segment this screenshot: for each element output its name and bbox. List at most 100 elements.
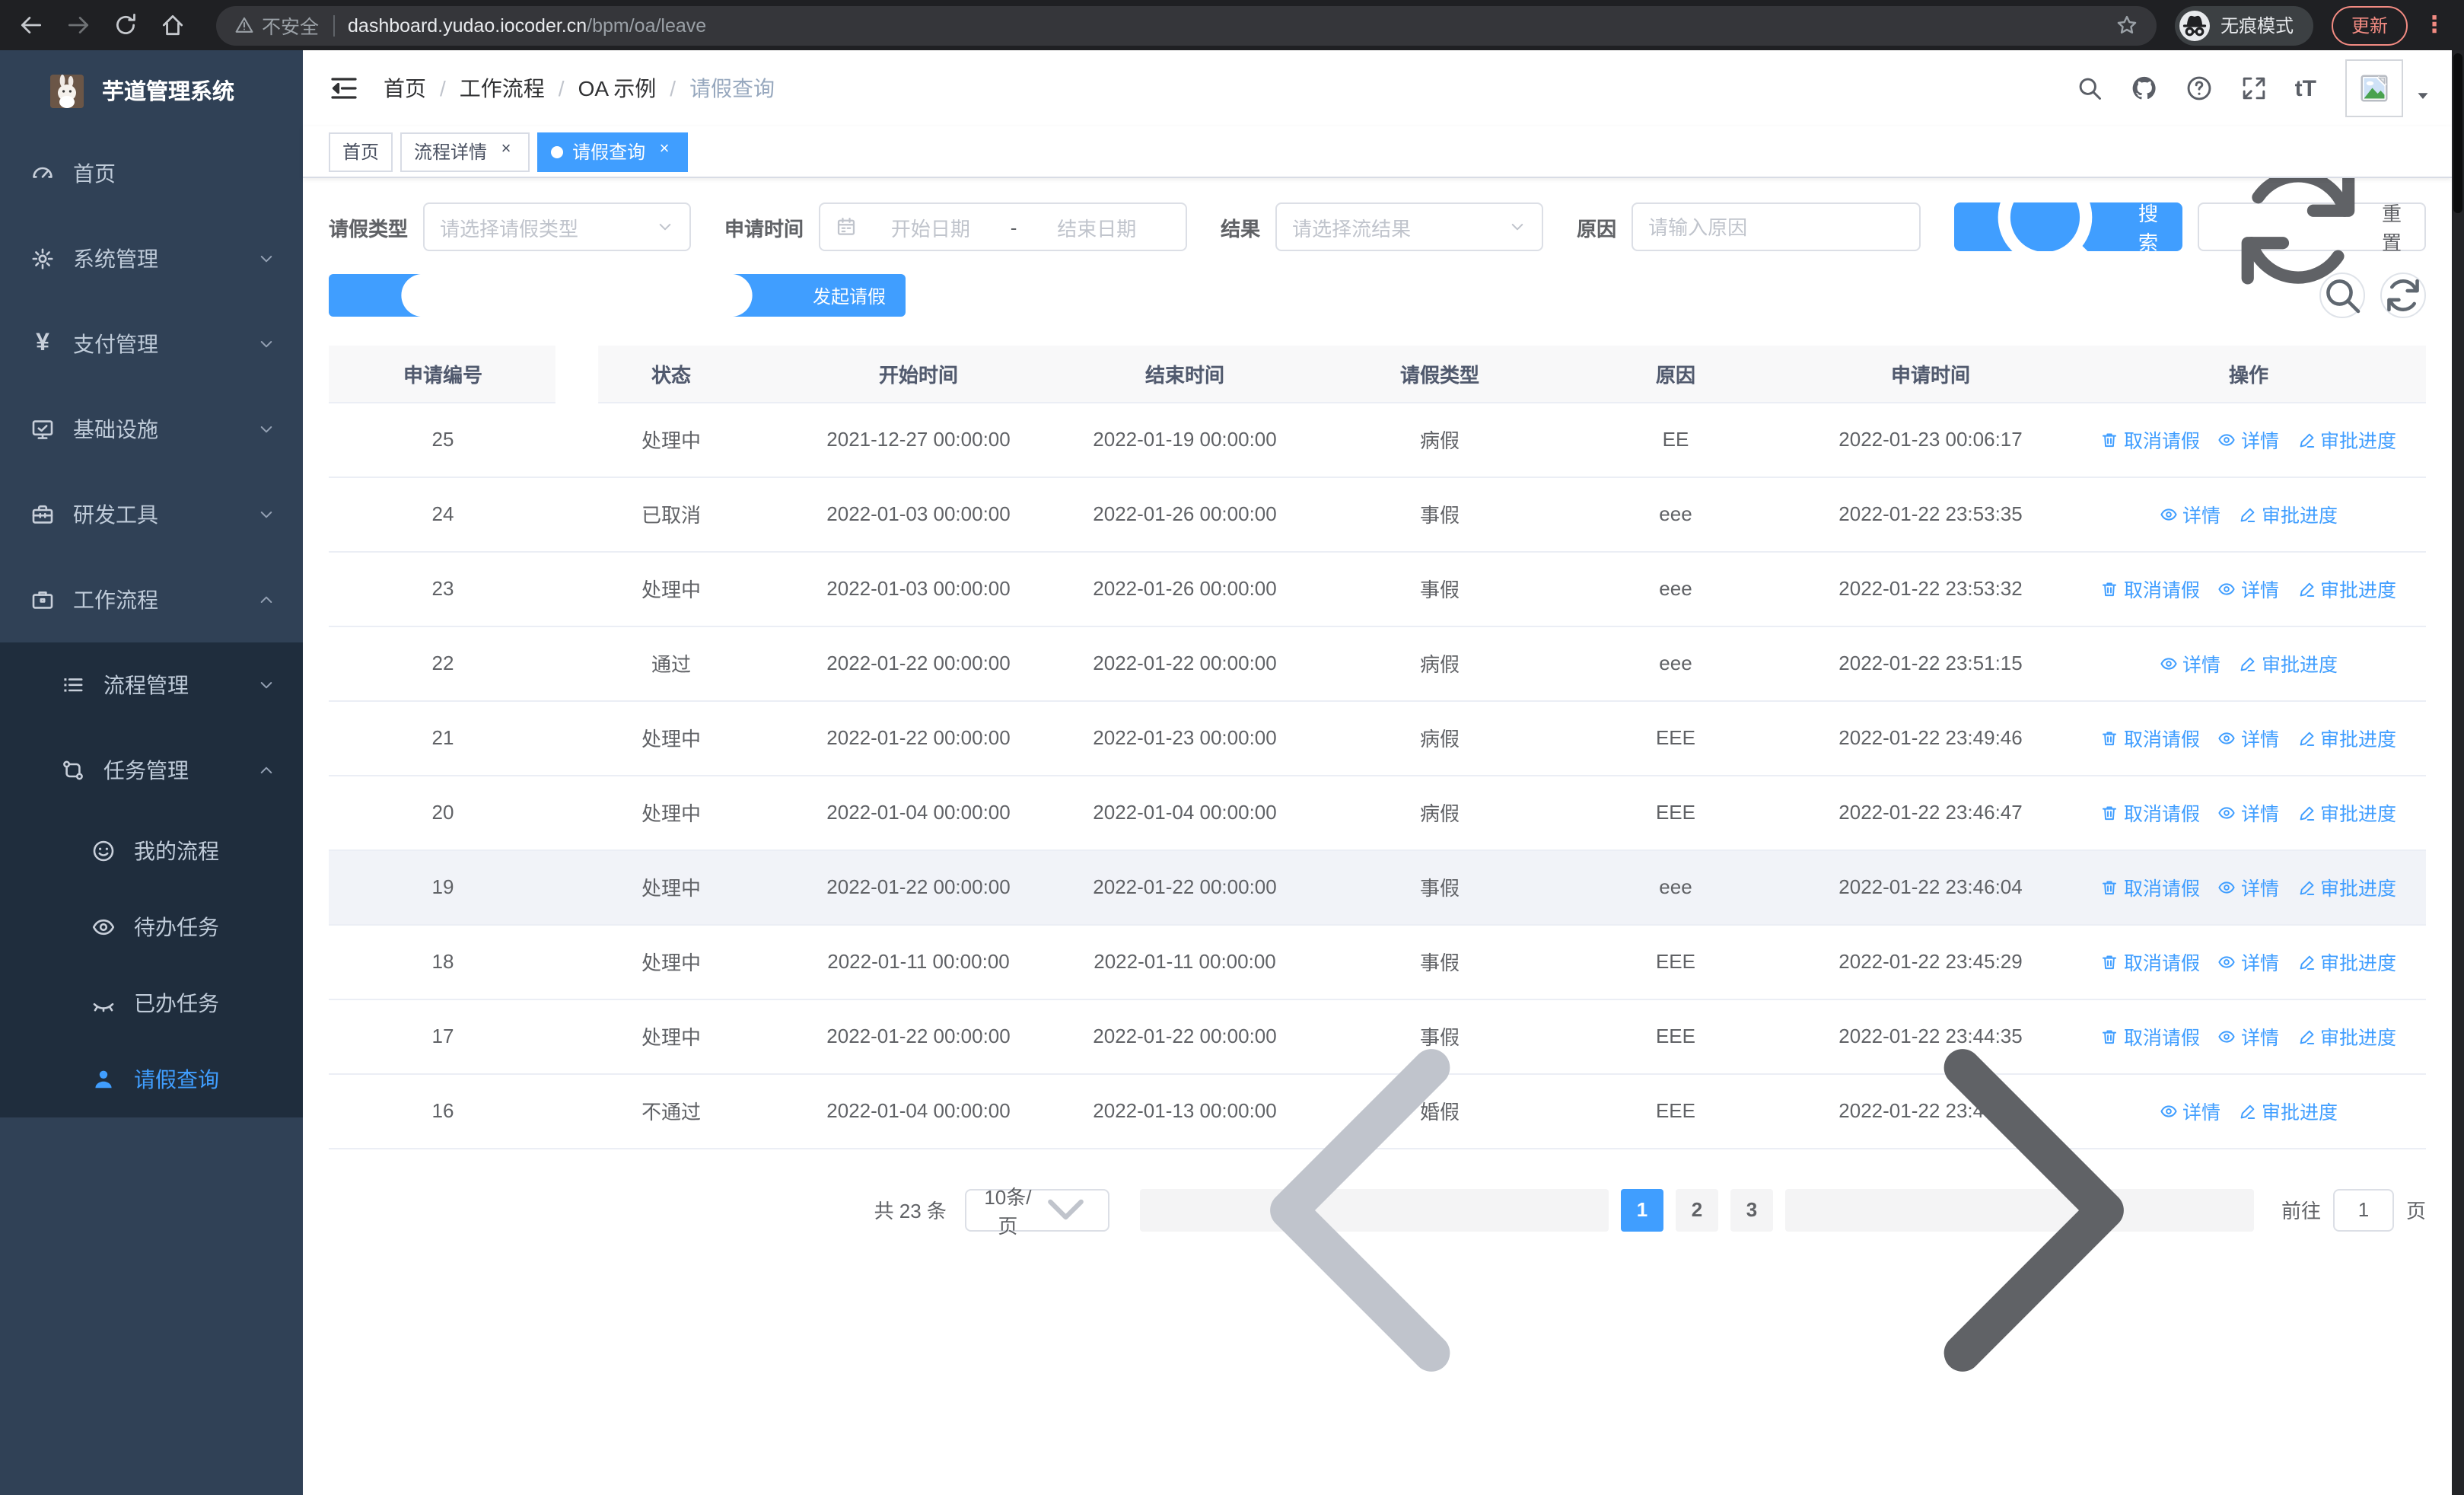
chevron-down-icon: [257, 676, 275, 694]
action-progress-link[interactable]: 审批进度: [2297, 872, 2396, 901]
cell-applied: 2022-01-23 00:06:17: [1790, 402, 2071, 477]
cell-type: 事假: [1318, 477, 1561, 552]
reason-input[interactable]: [1632, 202, 1921, 251]
page-size-label: 10条/页: [984, 1185, 1032, 1237]
goto-page-input[interactable]: [2332, 1188, 2394, 1231]
scrollbar-thumb[interactable]: [2453, 53, 2462, 213]
prev-page-button[interactable]: [1139, 1048, 1609, 1371]
action-progress-link[interactable]: 审批进度: [2239, 499, 2338, 528]
action-cancel-link[interactable]: 取消请假: [2101, 872, 2200, 901]
help-icon[interactable]: [2185, 75, 2213, 102]
cell-id: 18: [329, 924, 557, 999]
page-button-1[interactable]: 1: [1620, 1188, 1663, 1231]
action-detail-link[interactable]: 详情: [2160, 499, 2220, 528]
sidebar-item-done-tasks[interactable]: 已办任务: [0, 965, 303, 1041]
font-size-icon[interactable]: tT: [2295, 77, 2316, 100]
cell-status: 处理中: [557, 924, 785, 999]
avatar[interactable]: [2345, 59, 2403, 117]
bookmark-star-icon[interactable]: [2115, 14, 2138, 37]
action-progress-link[interactable]: 审批进度: [2297, 425, 2396, 454]
action-detail-link[interactable]: 详情: [2218, 872, 2279, 901]
search-icon[interactable]: [2076, 75, 2103, 102]
sidebar-item-todo-tasks[interactable]: 待办任务: [0, 889, 303, 965]
eye-icon: [2218, 803, 2236, 821]
sidebar-item-system[interactable]: 系统管理: [0, 216, 303, 301]
sidebar-item-payment[interactable]: ¥ 支付管理: [0, 301, 303, 387]
leave-type-select[interactable]: 请选择请假类型: [423, 202, 692, 251]
user-menu-caret-icon[interactable]: [2415, 88, 2431, 104]
list-icon: [61, 673, 85, 697]
sidebar-logo[interactable]: 芋道管理系统: [0, 50, 303, 131]
cell-status: 处理中: [557, 775, 785, 850]
show-search-button[interactable]: [2319, 273, 2365, 318]
sidebar-item-label: 首页: [73, 161, 116, 186]
reset-button[interactable]: 重置: [2198, 169, 2426, 285]
sidebar-item-my-process[interactable]: 我的流程: [0, 813, 303, 889]
address-bar[interactable]: 不安全 dashboard.yudao.iocoder.cn /bpm/oa/l…: [216, 5, 2157, 45]
sidebar-item-label: 工作流程: [73, 588, 158, 612]
action-progress-link[interactable]: 审批进度: [2297, 947, 2396, 976]
action-progress-link[interactable]: 审批进度: [2297, 1022, 2396, 1050]
action-progress-link[interactable]: 审批进度: [2239, 649, 2338, 677]
action-cancel-link[interactable]: 取消请假: [2101, 947, 2200, 976]
action-detail-link[interactable]: 详情: [2218, 425, 2279, 454]
browser-scrollbar[interactable]: [2452, 50, 2464, 1495]
create-leave-button[interactable]: 发起请假: [329, 120, 906, 471]
sidebar-item-task-mgmt[interactable]: 任务管理: [0, 728, 303, 813]
browser-reload-icon[interactable]: [113, 12, 138, 38]
page-size-select[interactable]: 10条/页: [964, 1185, 1109, 1237]
action-detail-link[interactable]: 详情: [2218, 947, 2279, 976]
action-cancel-link[interactable]: 取消请假: [2101, 723, 2200, 752]
next-page-button[interactable]: [1784, 1048, 2254, 1371]
column-header: 开始时间: [785, 346, 1052, 403]
apply-time-range-picker[interactable]: 开始日期 - 结束日期: [819, 202, 1188, 251]
action-progress-link[interactable]: 审批进度: [2297, 574, 2396, 603]
action-detail-link[interactable]: 详情: [2218, 574, 2279, 603]
action-detail-link[interactable]: 详情: [2218, 798, 2279, 827]
tab-请假查询[interactable]: 请假查询 ×: [537, 132, 689, 171]
action-progress-link[interactable]: 审批进度: [2297, 723, 2396, 752]
fullscreen-icon[interactable]: [2240, 75, 2268, 102]
action-cancel-link[interactable]: 取消请假: [2101, 798, 2200, 827]
browser-forward-icon[interactable]: [65, 12, 91, 38]
action-detail-link[interactable]: 详情: [2218, 723, 2279, 752]
search-button[interactable]: 搜索: [1954, 170, 2183, 291]
action-cancel-link[interactable]: 取消请假: [2101, 574, 2200, 603]
page-root: 不安全 dashboard.yudao.iocoder.cn /bpm/oa/l…: [0, 0, 2464, 1495]
result-select[interactable]: 请选择流结果: [1275, 202, 1544, 251]
browser-update-button[interactable]: 更新: [2331, 5, 2408, 45]
tab-首页[interactable]: 首页: [329, 132, 393, 171]
close-icon[interactable]: ×: [496, 141, 516, 161]
sidebar-item-workflow[interactable]: 工作流程: [0, 557, 303, 642]
cell-type: 病假: [1318, 775, 1561, 850]
browser-menu-icon[interactable]: ⋮: [2423, 14, 2446, 37]
sidebar-item-leave-query[interactable]: 请假查询: [0, 1041, 303, 1117]
action-cancel-link[interactable]: 取消请假: [2101, 425, 2200, 454]
chevron-up-icon: [257, 591, 275, 609]
refresh-table-button[interactable]: [2380, 273, 2426, 318]
action-progress-link[interactable]: 审批进度: [2297, 798, 2396, 827]
page-button-2[interactable]: 2: [1675, 1188, 1718, 1231]
action-detail-link[interactable]: 详情: [2160, 649, 2220, 677]
sidebar-item-label: 基础设施: [73, 417, 158, 441]
tab-流程详情[interactable]: 流程详情 ×: [400, 132, 530, 171]
tab-label: 流程详情: [414, 142, 488, 163]
cell-end: 2022-01-04 00:00:00: [1052, 775, 1318, 850]
github-icon[interactable]: [2131, 75, 2158, 102]
browser-home-icon[interactable]: [160, 12, 186, 38]
sidebar-item-process-mgmt[interactable]: 流程管理: [0, 642, 303, 728]
page-button-3[interactable]: 3: [1730, 1188, 1773, 1231]
cell-status: 通过: [557, 626, 785, 701]
sidebar-item-dev-tools[interactable]: 研发工具: [0, 472, 303, 557]
action-label: 审批进度: [2320, 431, 2397, 452]
sidebar-item-home[interactable]: 首页: [0, 131, 303, 216]
browser-back-icon[interactable]: [18, 12, 44, 38]
sidebar-item-infrastructure[interactable]: 基础设施: [0, 387, 303, 472]
chevron-right-icon: [1791, 981, 2248, 1438]
chevron-down-icon: [257, 250, 275, 268]
cell-type: 病假: [1318, 700, 1561, 776]
action-progress-link[interactable]: 审批进度: [2239, 1096, 2338, 1125]
app-title: 芋道管理系统: [102, 81, 234, 105]
close-icon[interactable]: ×: [654, 141, 674, 161]
cell-end: 2022-01-22 00:00:00: [1052, 626, 1318, 701]
